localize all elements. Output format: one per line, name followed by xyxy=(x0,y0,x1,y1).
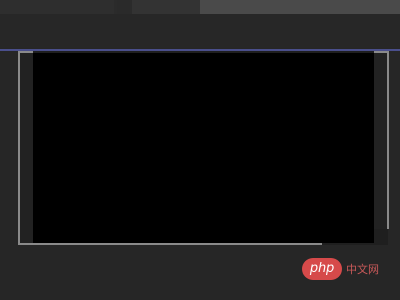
canvas-bottom-border xyxy=(18,243,322,245)
canvas-top-right-edge xyxy=(374,51,389,53)
tab-1[interactable] xyxy=(0,0,114,14)
watermark-site-name: 中文网 xyxy=(346,263,379,276)
canvas-left-border xyxy=(18,51,33,245)
toolbar xyxy=(0,14,400,48)
canvas-top-left-edge xyxy=(18,51,33,53)
tab-strip xyxy=(0,0,400,14)
app-window: php 中文网 xyxy=(0,0,400,300)
tab-4[interactable] xyxy=(200,0,400,14)
tab-2[interactable] xyxy=(117,0,130,14)
tab-3[interactable] xyxy=(132,0,200,14)
canvas-right-border xyxy=(374,51,389,229)
site-watermark: php 中文网 xyxy=(300,250,400,290)
document-canvas[interactable] xyxy=(33,53,374,243)
watermark-logo: php xyxy=(302,258,342,280)
